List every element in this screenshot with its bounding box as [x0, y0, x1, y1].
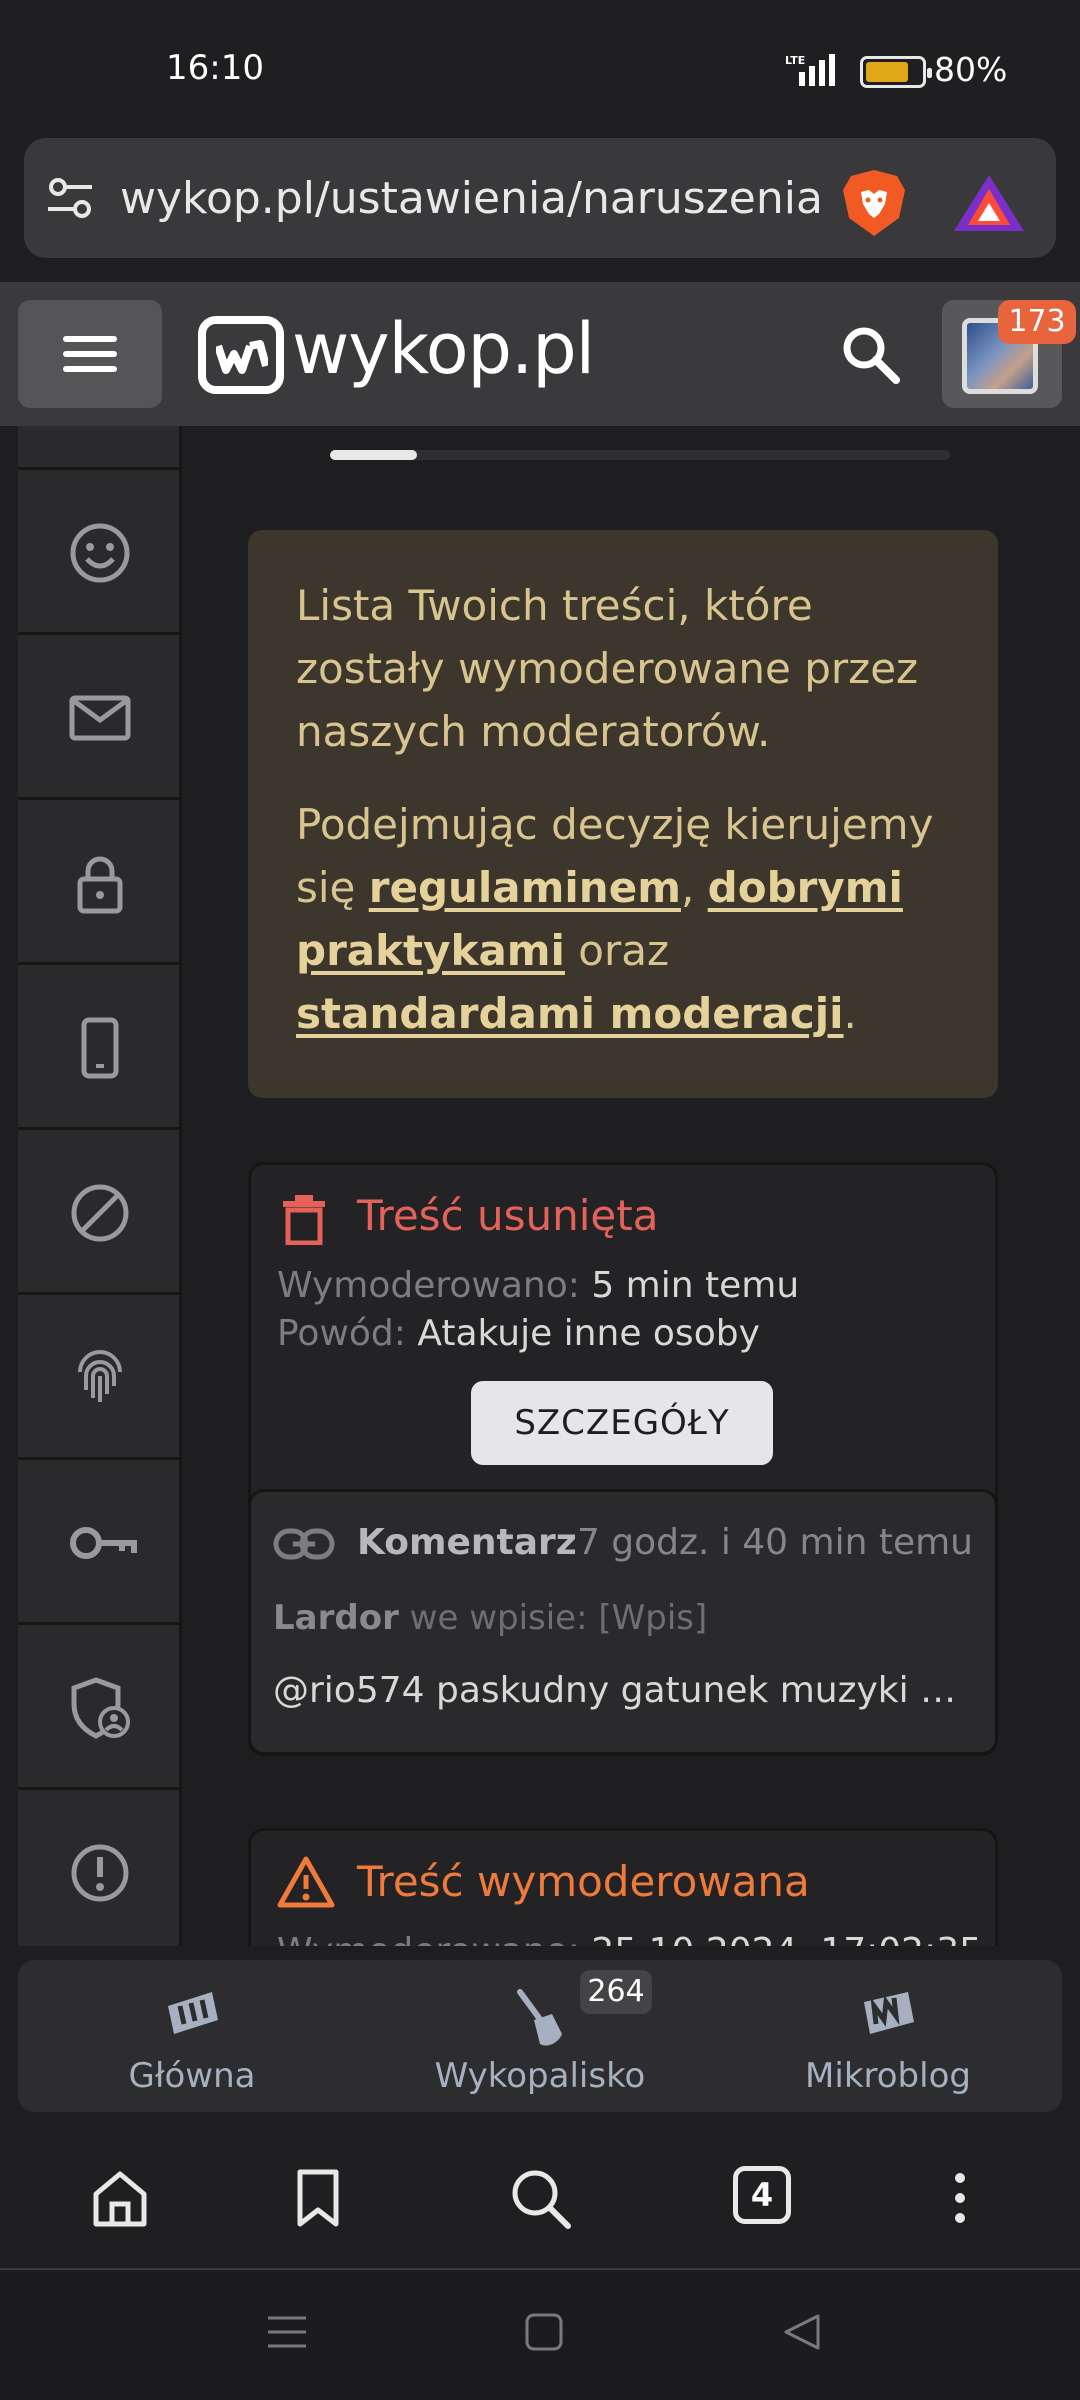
brave-shields-icon[interactable]	[839, 168, 909, 238]
recents-icon[interactable]	[266, 2312, 308, 2352]
info-rules-text: Podejmując decyzję kierujemy się regulam…	[296, 800, 934, 1038]
main-content: Lista Twoich treści, które zostały wymod…	[0, 426, 1080, 1946]
comment-text: @rio574 paskudny gatunek muzyki @Di...	[273, 1670, 973, 1711]
brave-rewards-icon[interactable]	[952, 173, 1026, 233]
moderated-time: Wymoderowano: 5 min temu	[277, 1265, 800, 1306]
mail-icon	[69, 695, 131, 741]
block-icon	[71, 1184, 129, 1242]
bottom-navigation: Główna Wykopalisko 264 Mikroblog	[18, 1960, 1062, 2112]
sidebar-item-blocked[interactable]	[18, 1133, 182, 1295]
site-settings-icon[interactable]	[46, 176, 94, 220]
moderation-card: Treść usunięta Wymoderowano: 5 min temu …	[248, 1162, 998, 1756]
battery-icon	[860, 56, 932, 88]
sidebar-item-messages[interactable]	[18, 638, 182, 800]
logo-text: wykop.pl	[292, 308, 595, 390]
tab-switcher-button[interactable]: 4	[733, 2166, 791, 2224]
moderated-comment[interactable]: Komentarz 7 godz. i 40 min temu Lardor w…	[248, 1489, 998, 1755]
smile-icon	[70, 523, 130, 583]
microblog-icon	[864, 1992, 914, 2034]
alert-icon	[71, 1844, 129, 1902]
home-icon[interactable]	[88, 2166, 152, 2230]
browser-toolbar: 4	[0, 2124, 1080, 2270]
notification-badge: 173	[998, 300, 1076, 344]
key-icon	[70, 1527, 137, 1559]
rules-link[interactable]: regulaminem	[369, 863, 681, 912]
signal-icon: LTE	[785, 54, 835, 86]
moderated-time: Wymoderowano: 25.10.2024, 17:02:35	[277, 1931, 982, 1946]
sidebar-item-password[interactable]	[18, 1463, 182, 1625]
dig-count-badge: 264	[580, 1970, 652, 2014]
back-icon[interactable]	[782, 2312, 822, 2352]
sidebar-item-profile[interactable]	[18, 473, 182, 635]
sidebar-item-top[interactable]	[18, 426, 182, 470]
fingerprint-icon	[78, 1350, 122, 1402]
settings-sidebar	[18, 426, 182, 1946]
lock-icon	[77, 856, 123, 914]
address-bar[interactable]: wykop.pl/ustawienia/naruszenia	[24, 138, 1056, 258]
bookmark-icon[interactable]	[286, 2166, 350, 2230]
card-title: Treść usunięta	[357, 1191, 659, 1240]
sidebar-item-moderation[interactable]	[18, 1628, 182, 1790]
url-text[interactable]: wykop.pl/ustawienia/naruszenia	[120, 173, 820, 224]
nav-dig[interactable]: Wykopalisko	[366, 1960, 714, 2112]
phone-icon	[81, 1017, 119, 1079]
user-avatar-button[interactable]: 173	[942, 300, 1076, 408]
scroll-progress-bar	[330, 450, 950, 460]
link-icon	[273, 1528, 335, 1560]
comment-author[interactable]: Lardor	[273, 1598, 399, 1638]
sidebar-item-violations[interactable]	[18, 1793, 182, 1946]
app-header: wykop.pl 173	[0, 282, 1080, 426]
sidebar-item-security[interactable]	[18, 1298, 182, 1460]
info-text: Lista Twoich treści, które zostały wymod…	[296, 581, 919, 756]
scroll-progress-fill	[330, 450, 417, 460]
battery-percent: 80%	[934, 50, 1008, 89]
shovel-icon	[517, 1989, 562, 2046]
clock: 16:10	[166, 48, 264, 88]
wykop-logo-icon	[198, 316, 284, 394]
search-icon[interactable]	[838, 322, 902, 386]
moderation-standards-link[interactable]: standardami moderacji	[296, 989, 844, 1038]
system-navigation	[0, 2272, 1080, 2400]
trash-icon	[283, 1195, 325, 1245]
warning-icon	[277, 1856, 335, 1908]
card-title: Treść wymoderowana	[357, 1857, 810, 1906]
moderation-reason: Powód: Atakuje inne osoby	[277, 1313, 760, 1354]
sidebar-item-privacy[interactable]	[18, 803, 182, 965]
more-options-icon[interactable]	[928, 2166, 992, 2230]
comment-context: Lardor we wpisie: [Wpis]	[273, 1598, 708, 1638]
nav-microblog[interactable]: Mikroblog	[714, 1960, 1062, 2112]
shield-user-icon	[71, 1677, 130, 1739]
svg-text:LTE: LTE	[785, 54, 805, 67]
comment-time: 7 godz. i 40 min temu	[576, 1522, 973, 1563]
search-icon[interactable]	[508, 2166, 572, 2230]
details-button[interactable]: SZCZEGÓŁY	[471, 1381, 773, 1465]
home-nav-icon[interactable]	[524, 2312, 564, 2352]
comment-type: Komentarz	[357, 1522, 577, 1563]
moderation-card: Treść wymoderowana Wymoderowano: 25.10.2…	[248, 1828, 998, 1946]
home-logo-icon	[168, 1992, 218, 2034]
moderation-info-box: Lista Twoich treści, które zostały wymod…	[248, 530, 998, 1098]
nav-home[interactable]: Główna	[18, 1960, 366, 2112]
menu-button[interactable]	[18, 300, 162, 408]
status-bar: 16:10 LTE 80%	[0, 0, 1080, 135]
sidebar-item-devices[interactable]	[18, 968, 182, 1130]
